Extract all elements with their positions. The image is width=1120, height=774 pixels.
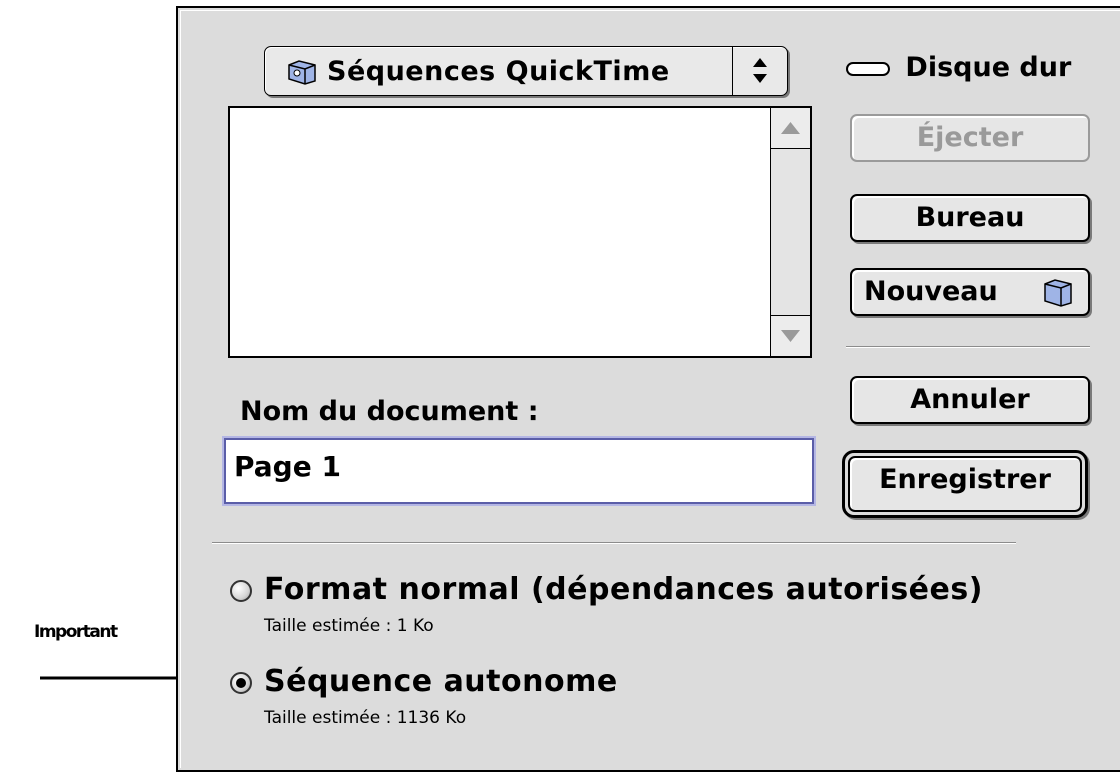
- new-folder-icon: [1044, 279, 1072, 307]
- quicktime-folder-icon: [288, 60, 316, 85]
- eject-button[interactable]: Éjecter: [850, 114, 1090, 162]
- file-list-scrollbar[interactable]: [770, 108, 810, 356]
- new-folder-label: Nouveau: [864, 276, 998, 307]
- folder-popup-label: Séquences QuickTime: [327, 56, 670, 87]
- arrow-down-icon: [781, 330, 800, 342]
- standalone-movie-size: Taille estimée : 1136 Ko: [264, 708, 467, 728]
- bottom-separator: [212, 542, 1016, 544]
- save-button-label: Enregistrer: [848, 456, 1082, 512]
- right-separator: [846, 346, 1090, 348]
- folder-popup[interactable]: Séquences QuickTime: [264, 46, 788, 96]
- standalone-movie-radio[interactable]: [230, 672, 252, 694]
- format-normal-radio[interactable]: [230, 580, 252, 602]
- scroll-down-button[interactable]: [771, 315, 810, 356]
- standalone-movie-label: Séquence autonome: [264, 664, 618, 699]
- format-normal-size: Taille estimée : 1 Ko: [264, 616, 434, 636]
- document-name-input[interactable]: Page 1: [224, 438, 814, 504]
- document-name-value: Page 1: [234, 450, 341, 483]
- popup-arrows-icon: [732, 47, 787, 95]
- document-name-label: Nom du document :: [240, 396, 539, 427]
- arrow-up-icon: [781, 122, 800, 134]
- disk-name: Disque dur: [846, 52, 1071, 83]
- cancel-button[interactable]: Annuler: [850, 376, 1090, 424]
- save-dialog: Séquences QuickTime Disque dur Éjecter B…: [176, 6, 1120, 772]
- annotation-label: Important: [34, 622, 118, 642]
- scroll-up-button[interactable]: [771, 108, 810, 149]
- disk-label: Disque dur: [905, 52, 1072, 83]
- desktop-button[interactable]: Bureau: [850, 194, 1090, 242]
- save-button[interactable]: Enregistrer: [842, 450, 1088, 518]
- format-normal-label: Format normal (dépendances autorisées): [264, 572, 983, 607]
- new-folder-button[interactable]: Nouveau: [850, 268, 1090, 316]
- hard-disk-icon: [846, 61, 890, 76]
- file-list[interactable]: [228, 106, 812, 358]
